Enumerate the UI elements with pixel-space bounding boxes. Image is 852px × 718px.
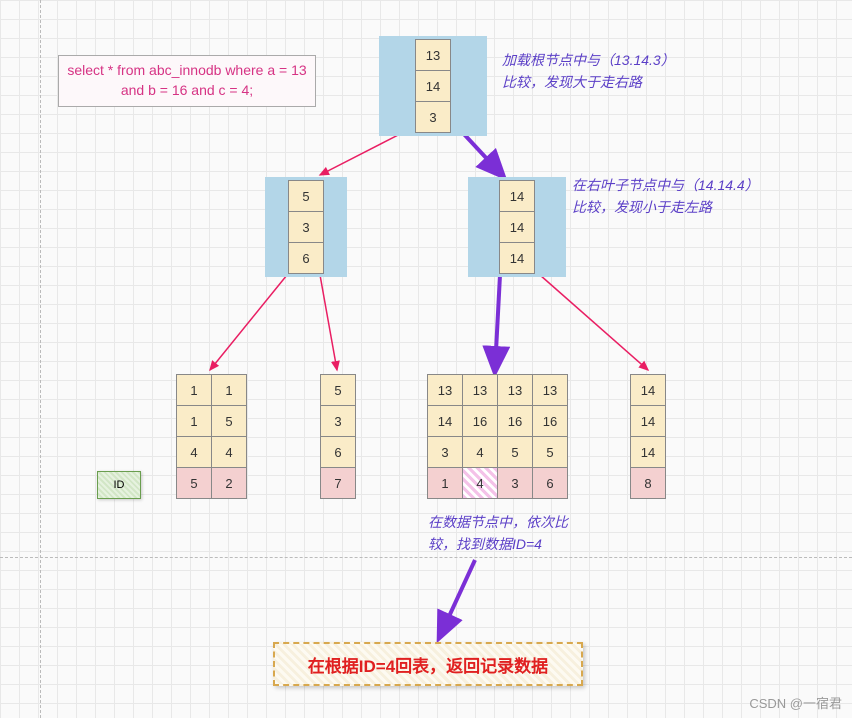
id-legend: ID: [97, 471, 141, 499]
leaf-cell: 4: [211, 436, 247, 468]
node-cell: 5: [288, 180, 324, 212]
node-cell: 6: [288, 242, 324, 274]
sql-query-box: select * from abc_innodb where a = 13 an…: [58, 55, 316, 107]
left-child-node: 5 3 6: [265, 177, 347, 277]
leaf-cell: 13: [497, 374, 533, 406]
leaf-id-cell: 8: [630, 467, 666, 499]
leaf-cell: 1: [176, 405, 212, 437]
leaf-id-cell: 6: [532, 467, 568, 499]
root-cell: 3: [415, 101, 451, 133]
right-child-node: 14 14 14: [468, 177, 566, 277]
leaf-cell: 14: [630, 405, 666, 437]
annotation-data-node: 在数据节点中，依次比 较，找到数据ID=4: [428, 511, 568, 556]
annotation-root: 加载根节点中与（13.14.3） 比较，发现大于走右路: [502, 49, 675, 94]
leaf-cell: 14: [427, 405, 463, 437]
leaf-cell: 14: [630, 436, 666, 468]
leaf-cell: 16: [532, 405, 568, 437]
leaf-id-cell: 5: [176, 467, 212, 499]
root-cell: 14: [415, 70, 451, 102]
root-cell: 13: [415, 39, 451, 71]
leaf-cell: 5: [320, 374, 356, 406]
leaf-id-cell-match: 4: [462, 467, 498, 499]
leaf-cell: 4: [176, 436, 212, 468]
leaf-cell: 13: [462, 374, 498, 406]
annotation-right-child: 在右叶子节点中与（14.14.4） 比较，发现小于走左路: [572, 174, 759, 219]
leaf-id-cell: 3: [497, 467, 533, 499]
leaf-id-cell: 2: [211, 467, 247, 499]
leaf-cell: 5: [532, 436, 568, 468]
leaf-cell: 4: [462, 436, 498, 468]
leaf-id-cell: 1: [427, 467, 463, 499]
leaf-node-1: 1 1 4 5 1 5 4 2: [176, 374, 247, 499]
node-cell: 14: [499, 211, 535, 243]
leaf-node-4: 14 14 14 8: [630, 374, 666, 499]
leaf-node-2: 5 3 6 7: [320, 374, 356, 499]
leaf-cell: 16: [497, 405, 533, 437]
leaf-id-cell: 7: [320, 467, 356, 499]
leaf-cell: 5: [211, 405, 247, 437]
leaf-cell: 13: [427, 374, 463, 406]
node-cell: 3: [288, 211, 324, 243]
node-cell: 14: [499, 180, 535, 212]
result-box: 在根据ID=4回表，返回记录数据: [273, 642, 583, 686]
root-node: 13 14 3: [379, 36, 487, 136]
leaf-node-3: 13 14 3 1 13 16 4 4 13 16 5 3 13 16 5 6: [427, 374, 568, 499]
leaf-cell: 6: [320, 436, 356, 468]
leaf-cell: 1: [211, 374, 247, 406]
leaf-cell: 3: [320, 405, 356, 437]
leaf-cell: 16: [462, 405, 498, 437]
leaf-cell: 5: [497, 436, 533, 468]
leaf-cell: 14: [630, 374, 666, 406]
leaf-cell: 3: [427, 436, 463, 468]
leaf-cell: 1: [176, 374, 212, 406]
leaf-cell: 13: [532, 374, 568, 406]
node-cell: 14: [499, 242, 535, 274]
watermark: CSDN @一宿君: [749, 693, 842, 712]
